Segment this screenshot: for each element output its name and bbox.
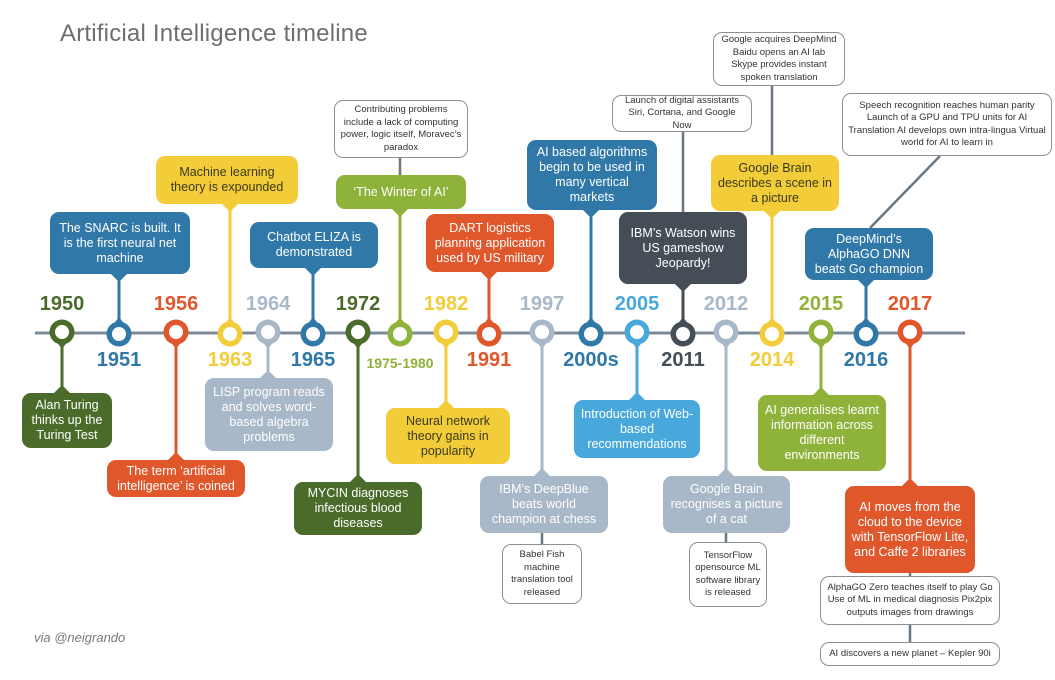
year-label: 1975-1980 xyxy=(366,355,434,371)
box-pointer xyxy=(534,468,550,476)
event-note: Contributing problems include a lack of … xyxy=(334,100,468,158)
box-pointer xyxy=(675,284,691,292)
box-pointer xyxy=(168,452,184,460)
box-pointer xyxy=(392,209,408,217)
year-label: 2005 xyxy=(614,293,660,315)
event-note: Launch of digital assistants Siri, Corta… xyxy=(612,95,752,132)
year-pin-icon[interactable] xyxy=(163,319,189,350)
year-pin-icon[interactable] xyxy=(49,319,75,350)
event-box: AI based algorithms begin to be used in … xyxy=(527,140,657,210)
year-pin-icon[interactable] xyxy=(217,317,243,347)
year-label: 2000s xyxy=(563,349,619,371)
box-pointer xyxy=(54,385,70,393)
year-label: 2015 xyxy=(798,293,844,315)
event-box: Chatbot ELIZA is demonstrated xyxy=(250,222,378,268)
box-pointer xyxy=(350,474,366,482)
year-pin-icon[interactable] xyxy=(759,317,785,347)
event-note: AI discovers a new planet – Kepler 90i xyxy=(820,642,1000,666)
event-box: AI generalises learnt information across… xyxy=(758,395,886,471)
box-pointer xyxy=(902,478,918,486)
event-box: Machine learning theory is expounded xyxy=(156,156,298,204)
year-label: 1950 xyxy=(39,293,85,315)
box-pointer xyxy=(481,272,497,280)
event-box: MYCIN diagnoses infectious blood disease… xyxy=(294,482,422,535)
event-note: AlphaGO Zero teaches itself to play Go U… xyxy=(820,576,1000,625)
event-box: IBM’s DeepBlue beats world champion at c… xyxy=(480,476,608,533)
event-box: DART logistics planning application used… xyxy=(426,214,554,272)
event-note: Babel Fish machine translation tool rele… xyxy=(502,544,582,604)
year-pin-icon[interactable] xyxy=(853,317,879,347)
event-box: DeepMind’s AlphaGO DNN beats Go champion xyxy=(805,228,933,280)
note-connector xyxy=(869,155,941,229)
box-pointer xyxy=(583,210,599,218)
event-box: Google Brain recognises a picture of a c… xyxy=(663,476,790,533)
year-label: 2014 xyxy=(749,349,795,371)
year-pin-icon[interactable] xyxy=(529,319,555,350)
event-note: Speech recognition reaches human parity … xyxy=(842,93,1052,156)
year-pin-icon[interactable] xyxy=(808,319,834,350)
event-box: ‘The Winter of AI’ xyxy=(336,175,466,209)
event-box: Introduction of Web-based recommendation… xyxy=(574,400,700,458)
year-pin-icon[interactable] xyxy=(345,319,371,350)
year-label: 2016 xyxy=(843,349,889,371)
box-pointer xyxy=(111,274,127,282)
box-pointer xyxy=(858,280,874,288)
box-pointer xyxy=(813,387,829,395)
box-pointer xyxy=(764,211,780,219)
year-pin-icon[interactable] xyxy=(624,319,650,350)
year-pin-icon[interactable] xyxy=(300,317,326,347)
year-pin-icon[interactable] xyxy=(476,317,502,347)
year-label: 1951 xyxy=(96,349,142,371)
event-box: IBM’s Watson wins US gameshow Jeopardy! xyxy=(619,212,747,284)
year-label: 1963 xyxy=(207,349,253,371)
year-label: 2012 xyxy=(703,293,749,315)
year-pin-icon[interactable] xyxy=(713,319,739,350)
event-box: Google Brain describes a scene in a pict… xyxy=(711,155,839,211)
year-label: 1965 xyxy=(290,349,336,371)
year-pin-icon[interactable] xyxy=(670,317,696,347)
year-label: 1997 xyxy=(519,293,565,315)
box-pointer xyxy=(222,204,238,212)
event-box: AI moves from the cloud to the device wi… xyxy=(845,486,975,573)
event-note: Google acquires DeepMind Baidu opens an … xyxy=(713,32,845,86)
year-label: 1972 xyxy=(335,293,381,315)
year-label: 1982 xyxy=(423,293,469,315)
event-box: The term ‘artificial intelligence’ is co… xyxy=(107,460,245,497)
event-box: The SNARC is built. It is the first neur… xyxy=(50,212,190,274)
box-pointer xyxy=(718,468,734,476)
event-box: Alan Turing thinks up the Turing Test xyxy=(22,393,112,448)
timeline: 1950 Alan Turing thinks up the Turing Tes… xyxy=(0,0,1055,680)
box-pointer xyxy=(305,268,321,276)
year-label: 1964 xyxy=(245,293,291,315)
event-note: TensorFlow opensource ML software librar… xyxy=(689,542,767,607)
year-pin-icon[interactable] xyxy=(897,319,923,350)
year-label: 2011 xyxy=(661,349,705,371)
year-label: 1991 xyxy=(466,349,512,371)
year-pin-icon[interactable] xyxy=(578,317,604,347)
year-pin-icon[interactable] xyxy=(106,317,132,347)
year-label: 1956 xyxy=(153,293,199,315)
box-pointer xyxy=(260,370,276,378)
year-pin-icon[interactable] xyxy=(433,319,459,350)
year-label: 2017 xyxy=(887,293,933,315)
year-pin-icon[interactable] xyxy=(387,317,413,347)
box-pointer xyxy=(629,392,645,400)
event-box: LISP program reads and solves word-based… xyxy=(205,378,333,451)
event-box: Neural network theory gains in popularit… xyxy=(386,408,510,464)
box-pointer xyxy=(438,400,454,408)
year-pin-icon[interactable] xyxy=(255,319,281,350)
credit: via @neigrando xyxy=(34,630,126,645)
